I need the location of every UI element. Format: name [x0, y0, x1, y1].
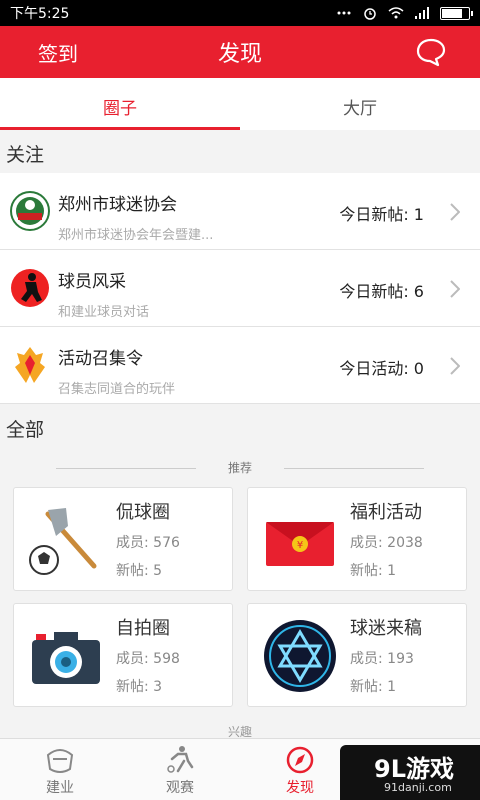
- club-crest-icon: [46, 749, 74, 773]
- nav-label: 观赛: [166, 780, 194, 796]
- fan-association-logo-icon: [10, 191, 50, 231]
- list-item[interactable]: 活动召集令 召集志同道合的玩伴 今日活动: 0: [0, 327, 480, 404]
- card-members: 成员: 598: [116, 651, 180, 667]
- compass-icon: [286, 746, 314, 774]
- item-desc: 郑州市球迷协会年会暨建...: [58, 228, 214, 243]
- tab-circles[interactable]: 圈子: [0, 78, 240, 130]
- alarm-icon: [364, 8, 376, 20]
- chevron-right-icon: [450, 203, 460, 221]
- item-name: 郑州市球迷协会: [58, 195, 177, 215]
- chevron-right-icon: [450, 280, 460, 298]
- nav-watch[interactable]: 观赛: [120, 739, 240, 800]
- checkin-button[interactable]: 签到: [38, 38, 78, 67]
- tab-bar: 圈子 大厅: [0, 78, 480, 130]
- app-header: 签到 发现: [0, 26, 480, 78]
- battery-icon: [440, 6, 473, 20]
- following-list: 郑州市球迷协会 郑州市球迷协会年会暨建... 今日新帖: 1 球员风采 和建业球…: [0, 173, 480, 404]
- card-members: 成员: 193: [350, 651, 414, 667]
- axe-ball-icon: [29, 508, 97, 575]
- wifi-icon: [388, 7, 404, 19]
- card-members: 成员: 576: [116, 535, 180, 551]
- status-bar: 下午5:25: [0, 0, 480, 26]
- chevron-right-icon: [450, 357, 460, 375]
- status-time: 下午5:25: [10, 6, 70, 22]
- watermark-url: 91danji.com: [384, 781, 452, 794]
- card-new-posts: 新帖: 1: [350, 679, 397, 695]
- card-name: 球迷来稿: [350, 618, 422, 639]
- item-count: 今日活动: 0: [339, 359, 424, 378]
- item-count: 今日新帖: 1: [339, 205, 424, 224]
- item-count: 今日新帖: 6: [339, 282, 424, 301]
- signal-icon: [415, 7, 429, 19]
- player-kick-icon: [167, 746, 194, 773]
- circle-card[interactable]: 侃球圈 成员: 576 新帖: 5: [13, 487, 233, 591]
- status-icons: [336, 6, 473, 20]
- list-item[interactable]: 球员风采 和建业球员对话 今日新帖: 6: [0, 250, 480, 327]
- card-members: 成员: 2038: [350, 535, 423, 551]
- item-desc: 和建业球员对话: [58, 305, 150, 320]
- recommend-divider: 推荐: [0, 459, 480, 479]
- tab-hall[interactable]: 大厅: [240, 78, 480, 130]
- nav-label: 建业: [46, 780, 74, 796]
- card-name: 侃球圈: [116, 502, 170, 523]
- watermark-brand: 9L游戏: [374, 755, 454, 783]
- red-envelope-icon: ¥: [266, 522, 334, 566]
- all-section-title: 全部: [6, 419, 45, 441]
- player-icon: [11, 269, 49, 307]
- item-name: 活动召集令: [58, 349, 143, 369]
- card-name: 福利活动: [350, 502, 422, 523]
- card-new-posts: 新帖: 5: [116, 563, 163, 579]
- star-badge-icon: [264, 620, 336, 692]
- card-new-posts: 新帖: 1: [350, 563, 397, 579]
- site-watermark: 9L游戏 91danji.com: [340, 745, 480, 800]
- following-section-title: 关注: [6, 144, 45, 166]
- list-item[interactable]: 郑州市球迷协会 郑州市球迷协会年会暨建... 今日新帖: 1: [0, 173, 480, 250]
- circle-card[interactable]: 球迷来稿 成员: 193 新帖: 1: [247, 603, 467, 707]
- circle-card[interactable]: ¥ 福利活动 成员: 2038 新帖: 1: [247, 487, 467, 591]
- dots-icon: [337, 11, 351, 15]
- page-title: 发现: [217, 42, 262, 67]
- svg-text:¥: ¥: [297, 540, 303, 551]
- circle-card[interactable]: 自拍圈 成员: 598 新帖: 3: [13, 603, 233, 707]
- chat-icon[interactable]: [415, 36, 447, 68]
- card-name: 自拍圈: [116, 618, 170, 639]
- item-desc: 召集志同道合的玩伴: [58, 382, 176, 397]
- camera-icon: [32, 632, 100, 684]
- item-name: 球员风采: [58, 272, 126, 292]
- card-new-posts: 新帖: 3: [116, 679, 163, 695]
- nav-jianye[interactable]: 建业: [0, 739, 120, 800]
- flame-badge-icon: [15, 347, 45, 383]
